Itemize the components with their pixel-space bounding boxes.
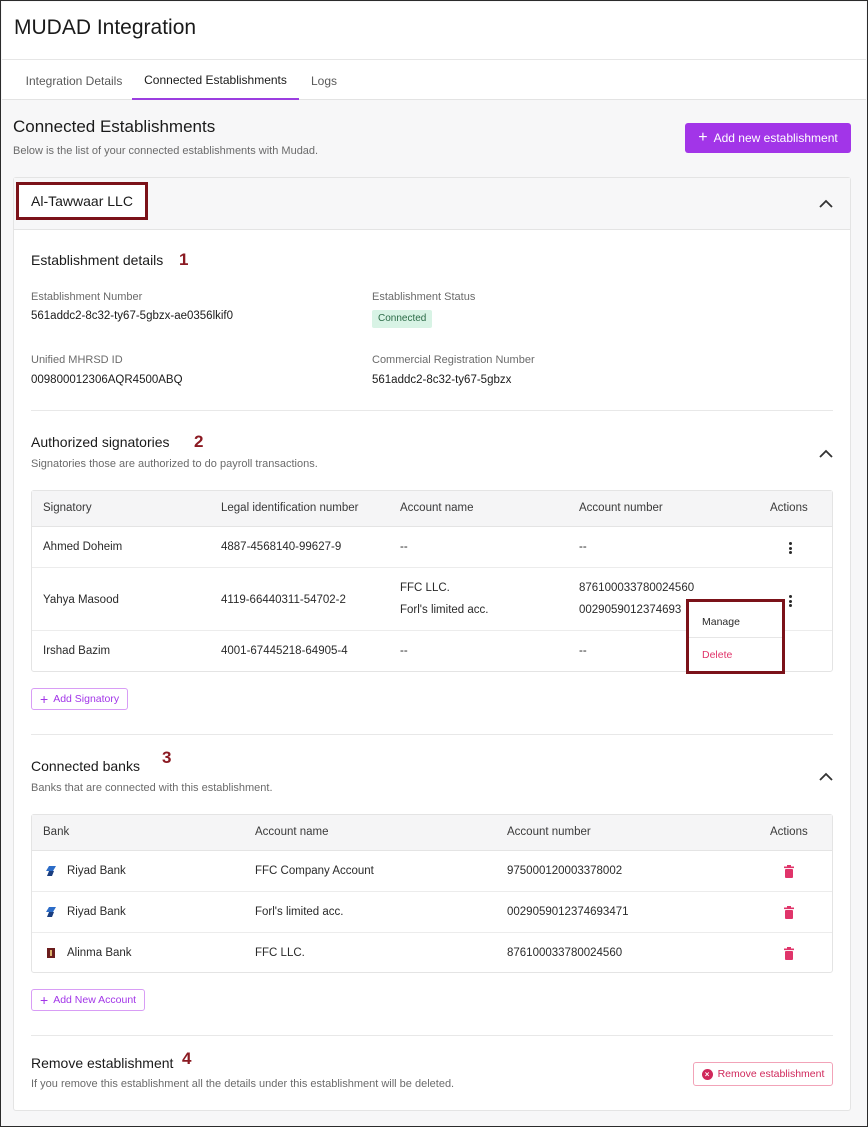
table-header: Bank Account name Account number Actions [32,815,832,851]
signatory-name: Ahmed Doheim [43,541,123,553]
riyad-bank-logo-icon [46,866,56,876]
signatories-title: Authorized signatories [31,434,170,450]
column-header: Account number [579,502,663,514]
chevron-up-icon[interactable] [817,445,835,463]
account-name: -- [400,645,408,657]
divider [31,1035,833,1036]
establishment-number-value: 561addc2-8c32-ty67-5gbzx-ae0356lkif0 [31,310,234,322]
column-header: Account name [400,502,474,514]
status-badge: Connected [372,310,433,328]
trash-icon[interactable] [783,906,795,919]
tab-logs[interactable]: Logs [306,60,342,100]
account-number: 876100033780024560 [579,582,695,594]
column-header: Account number [507,826,591,838]
account-number: -- [579,541,587,553]
commercial-registration-label: Commercial Registration Number [372,354,535,366]
legal-id: 4887-4568140-99627-9 [221,541,342,553]
table-row: Ahmed Doheim 4887-4568140-99627-9 -- -- [32,527,832,568]
establishment-card-header[interactable]: Al-Tawwaar LLC [14,178,850,230]
establishment-number-label: Establishment Number [31,291,143,303]
account-name: FFC LLC. [400,582,450,594]
tab-integration-details[interactable]: Integration Details [24,60,124,100]
add-signatory-label: Add Signatory [53,693,120,705]
account-number: 876100033780024560 [507,947,623,959]
account-name: -- [400,541,408,553]
remove-establishment-button[interactable]: × Remove establishment [693,1062,833,1086]
remove-establishment-label: Remove establishment [717,1068,825,1080]
signatory-name: Irshad Bazim [43,645,111,657]
establishment-details-title: Establishment details [31,252,164,268]
annotation-marker-4: 4 [182,1049,192,1068]
banks-table: Bank Account name Account number Actions… [31,814,833,973]
more-vertical-icon[interactable] [785,541,795,555]
chevron-up-icon[interactable] [817,768,835,786]
page-title: Connected Establishments [13,117,216,136]
app-window: MUDAD Integration Integration Details Co… [0,0,868,1127]
account-name: FFC Company Account [255,865,374,877]
remove-description: If you remove this establishment all the… [31,1078,455,1090]
column-header: Actions [770,826,808,838]
trash-icon[interactable] [783,865,795,878]
row-actions-menu: Manage Delete [686,599,785,674]
trash-icon[interactable] [783,947,795,960]
tab-connected-establishments[interactable]: Connected Establishments [132,60,299,100]
table-row: Riyad Bank Forl's limited acc. 002905901… [32,892,832,933]
column-header: Signatory [43,502,92,514]
signatory-name: Yahya Masood [43,594,119,606]
alinma-bank-logo-icon [47,948,55,958]
account-number: 975000120003378002 [507,865,623,877]
add-new-account-button[interactable]: + Add New Account [31,989,146,1011]
annotation-marker-3: 3 [162,748,172,767]
legal-id: 4001-67445218-64905-4 [221,645,348,657]
plus-icon: + [40,691,49,707]
plus-icon: + [698,129,708,146]
bank-name: Riyad Bank [67,865,126,877]
chevron-up-icon[interactable] [817,195,835,213]
tab-bar: Integration Details Connected Establishm… [2,60,866,100]
add-signatory-button[interactable]: + Add Signatory [31,688,129,710]
table-header: Signatory Legal identification number Ac… [32,491,832,527]
annotation-marker-1: 1 [179,250,189,269]
plus-icon: + [40,992,49,1008]
page-subtitle: Below is the list of your connected esta… [13,145,319,157]
column-header: Bank [43,826,70,838]
app-title: MUDAD Integration [14,16,197,39]
bank-name: Alinma Bank [67,947,132,959]
column-header: Legal identification number [221,502,359,514]
menu-divider [689,637,782,638]
account-name: Forl's limited acc. [400,604,489,616]
add-new-account-label: Add New Account [53,994,137,1006]
menu-item-delete[interactable]: Delete [702,649,732,661]
signatories-description: Signatories those are authorized to do p… [31,458,318,470]
remove-establishment-title: Remove establishment [31,1055,174,1071]
establishment-status-label: Establishment Status [372,291,476,303]
account-number: -- [579,645,587,657]
table-row: Riyad Bank FFC Company Account 975000120… [32,851,832,892]
close-circle-icon: × [701,1068,713,1080]
menu-item-manage[interactable]: Manage [702,616,740,628]
account-name: Forl's limited acc. [255,906,344,918]
column-header: Account name [255,826,329,838]
legal-id: 4119-66440311-54702-2 [221,594,346,606]
more-vertical-icon[interactable] [785,594,795,608]
commercial-registration-value: 561addc2-8c32-ty67-5gbzx [372,374,512,386]
bank-name: Riyad Bank [67,906,126,918]
account-name: FFC LLC. [255,947,305,959]
riyad-bank-logo-icon [46,907,56,917]
connected-banks-title: Connected banks [31,758,140,774]
unified-mhrsd-id-label: Unified MHRSD ID [31,354,123,366]
divider [31,734,833,735]
establishment-name: Al-Tawwaar LLC [16,182,148,220]
unified-mhrsd-id-value: 009800012306AQR4500ABQ [31,374,183,386]
banks-description: Banks that are connected with this estab… [31,782,273,794]
add-establishment-label: Add new establishment [713,131,838,145]
annotation-marker-2: 2 [194,432,204,451]
account-number: 0029059012374693471 [507,906,629,918]
account-number: 0029059012374693 [579,604,682,616]
top-bar: MUDAD Integration [2,2,866,60]
table-row: Alinma Bank FFC LLC. 876100033780024560 [32,933,832,973]
divider [31,410,833,411]
add-establishment-button[interactable]: + Add new establishment [685,123,851,153]
column-header: Actions [770,502,808,514]
